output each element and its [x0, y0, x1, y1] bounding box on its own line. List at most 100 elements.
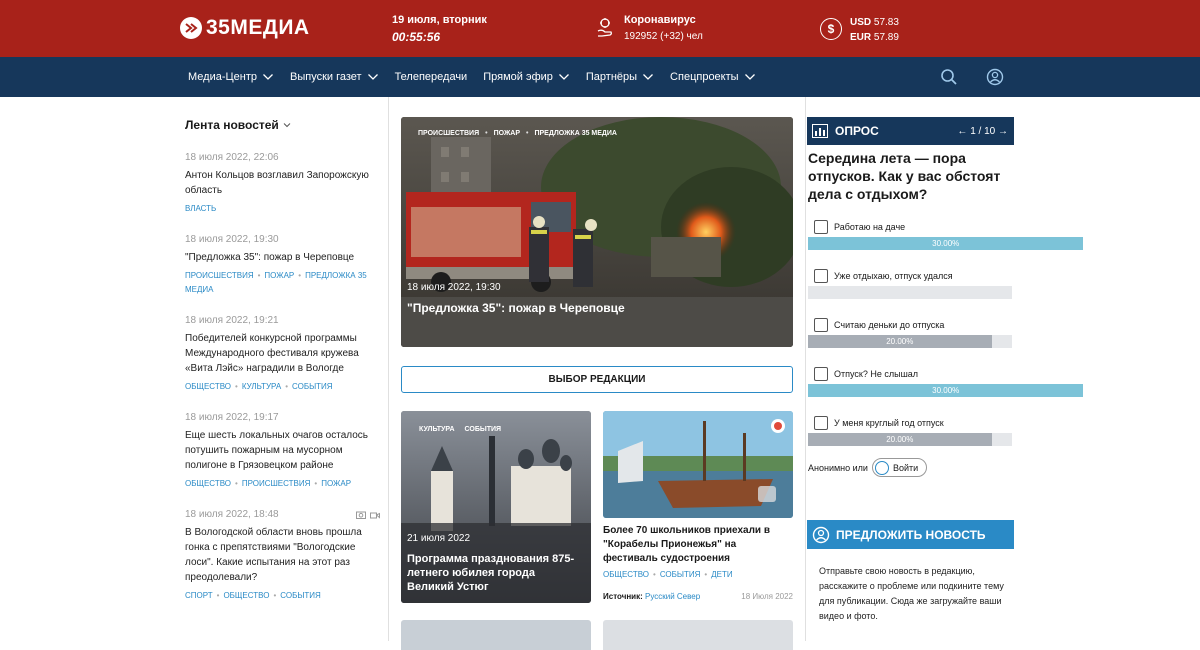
- nav-item-label: Телепередачи: [394, 71, 468, 83]
- virus-hand-icon: [597, 18, 612, 37]
- nav-item[interactable]: Спецпроекты: [670, 71, 756, 83]
- tag-link[interactable]: Предложка 35 Медиа: [534, 130, 617, 137]
- feed-item-tags: Общество • Происшествия • Пожар: [185, 477, 380, 491]
- tag-link[interactable]: Пожар: [321, 479, 351, 488]
- tag-link[interactable]: События: [465, 426, 502, 433]
- poll-checkbox[interactable]: [814, 416, 828, 430]
- chevron-down-icon: [263, 74, 273, 80]
- nav-item[interactable]: Прямой эфир: [483, 71, 570, 83]
- top-bar: 35МЕДИА 19 июля, вторник 00:55:56 Корона…: [0, 0, 1200, 57]
- eur-label: EUR: [850, 32, 872, 43]
- suggest-text: Отправьте свою новость в редакцию, расск…: [819, 566, 1004, 621]
- user-icon[interactable]: [986, 68, 1004, 86]
- poll-option-row: Работаю на даче: [808, 220, 1013, 234]
- poll-option[interactable]: Уже отдыхаю, отпуск удался: [808, 269, 1013, 299]
- poll-checkbox[interactable]: [814, 318, 828, 332]
- tag-link[interactable]: Происшествия: [418, 130, 479, 137]
- poll-option-row: У меня круглый год отпуск: [808, 416, 1013, 430]
- tag-link[interactable]: События: [280, 591, 321, 600]
- tag-separator: •: [485, 130, 488, 137]
- card-image[interactable]: [603, 411, 793, 518]
- feed-item-title[interactable]: В Вологодской области вновь прошла гонка…: [185, 525, 380, 585]
- tag-link[interactable]: Пожар: [494, 130, 520, 137]
- dollar-coin-icon: $: [820, 18, 842, 40]
- feed-item-time: 18 июля 2022, 19:30: [185, 234, 380, 245]
- tag-link[interactable]: Пожар: [264, 271, 294, 280]
- article-card[interactable]: Культура События 21 июля 2022 Программа п…: [401, 411, 591, 603]
- feed-item-title[interactable]: Антон Кольцов возглавил Запорожскую обла…: [185, 168, 380, 198]
- suggest-news-button[interactable]: ПРЕДЛОЖИТЬ НОВОСТЬ: [807, 520, 1014, 549]
- covid-widget[interactable]: Коронавирус 192952 (+32) чел: [596, 14, 703, 42]
- article-card: Более 70 школьников приехали в "Корабелы…: [603, 411, 793, 601]
- feed-item-title[interactable]: "Предложка 35": пожар в Череповце: [185, 250, 380, 265]
- nav-item[interactable]: Телепередачи: [395, 71, 468, 83]
- tag-link[interactable]: Спорт: [185, 591, 213, 600]
- poll-pager[interactable]: ← 1 / 10 →: [957, 126, 1008, 137]
- source-link[interactable]: Русский Север: [645, 592, 700, 601]
- tag-link[interactable]: Общество: [185, 382, 231, 391]
- editor-choice-button[interactable]: ВЫБОР РЕДАКЦИИ: [401, 366, 793, 393]
- poll-checkbox[interactable]: [814, 220, 828, 234]
- chevron-down-icon: [744, 74, 755, 80]
- tag-link[interactable]: Происшествия: [242, 479, 311, 488]
- poll-checkbox[interactable]: [814, 367, 828, 381]
- hero-date: 18 июля 2022, 19:30: [407, 282, 501, 293]
- tag-link[interactable]: Общество: [223, 591, 269, 600]
- nav-menu: Медиа-Центр Выпуски газет Телепередачи Прям…: [188, 57, 772, 97]
- tag-link[interactable]: Дети: [711, 570, 732, 579]
- anon-text: Анонимно или: [808, 462, 868, 473]
- feed-item: 18 июля 2022, 19:17 Еще шесть локальных о…: [185, 412, 380, 491]
- eur-value: 57.89: [873, 32, 899, 43]
- poll-result-percent: 20.00%: [886, 435, 914, 444]
- feed-item-title[interactable]: Победителей конкурсной программы Междуна…: [185, 331, 380, 376]
- feed-item-date: 18 июля 2022, 22:06: [185, 152, 279, 163]
- tag-link[interactable]: Общество: [185, 479, 231, 488]
- hero-meta: 18 июля 2022, 19:30 "Предложка 35": пожа…: [407, 282, 625, 315]
- site-logo[interactable]: 35МЕДИА: [180, 16, 310, 40]
- login-button[interactable]: Войти: [871, 458, 928, 477]
- article-card-partial[interactable]: [401, 620, 591, 650]
- tag-link[interactable]: Культура: [419, 426, 455, 433]
- tag-separator: •: [216, 591, 220, 600]
- search-icon[interactable]: [940, 68, 958, 86]
- poll-anon: Анонимно или Войти: [808, 458, 928, 477]
- bar-chart-icon: [812, 124, 828, 138]
- tag-link[interactable]: Происшествия: [185, 271, 254, 280]
- tag-separator: •: [314, 479, 318, 488]
- covid-title: Коронавирус: [624, 14, 696, 26]
- poll-option[interactable]: У меня круглый год отпуск 20.00%: [808, 416, 1013, 446]
- poll-option-label: Считаю деньки до отпуска: [834, 320, 945, 330]
- tag-link[interactable]: Культура: [242, 382, 281, 391]
- tag-separator: •: [526, 130, 529, 137]
- nav-item-label: Партнёры: [585, 71, 638, 83]
- poll-option-label: Отпуск? Не слышал: [834, 369, 919, 379]
- feed-header[interactable]: Лента новостей: [185, 118, 380, 132]
- poll-option-row: Отпуск? Не слышал: [808, 367, 1013, 381]
- tag-separator: •: [235, 382, 238, 391]
- card-title[interactable]: Более 70 школьников приехали в "Корабелы…: [603, 524, 793, 566]
- feed-item: 18 июля 2022, 19:21 Победителей конкурсно…: [185, 315, 380, 394]
- tag-link[interactable]: События: [660, 570, 701, 579]
- poll-option[interactable]: Отпуск? Не слышал 30.00%: [808, 367, 1084, 397]
- tag-link[interactable]: Власть: [185, 204, 216, 213]
- nav-item[interactable]: Партнёры: [586, 71, 654, 83]
- poll-option[interactable]: Считаю деньки до отпуска 20.00%: [808, 318, 1013, 348]
- hero-article[interactable]: Происшествия • Пожар • Предложка 35 Медиа 18…: [401, 117, 793, 347]
- feed-item-date: 18 июля 2022, 19:17: [185, 412, 279, 423]
- nav-item[interactable]: Выпуски газет: [290, 71, 379, 83]
- tag-link[interactable]: События: [292, 382, 333, 391]
- card-title: Программа празднования 875-летнего юбиле…: [407, 553, 575, 593]
- nav-item[interactable]: Медиа-Центр: [188, 71, 274, 83]
- poll-option[interactable]: Работаю на даче 30.00%: [808, 220, 1084, 250]
- article-card-partial[interactable]: [603, 620, 793, 650]
- chevron-down-icon: [367, 74, 378, 80]
- feed-item-title[interactable]: Еще шесть локальных очагов осталось поту…: [185, 428, 380, 473]
- tag-link[interactable]: Общество: [603, 570, 649, 579]
- chevron-down-icon: [558, 74, 569, 80]
- feed-item: 18 июля 2022, 22:06 Антон Кольцов возглав…: [185, 152, 380, 216]
- logo-text: 35МЕДИА: [206, 16, 310, 39]
- nav-item-label: Спецпроекты: [670, 71, 739, 83]
- tag-separator: •: [273, 591, 277, 600]
- logo-mark-icon: [180, 17, 202, 39]
- poll-checkbox[interactable]: [814, 269, 828, 283]
